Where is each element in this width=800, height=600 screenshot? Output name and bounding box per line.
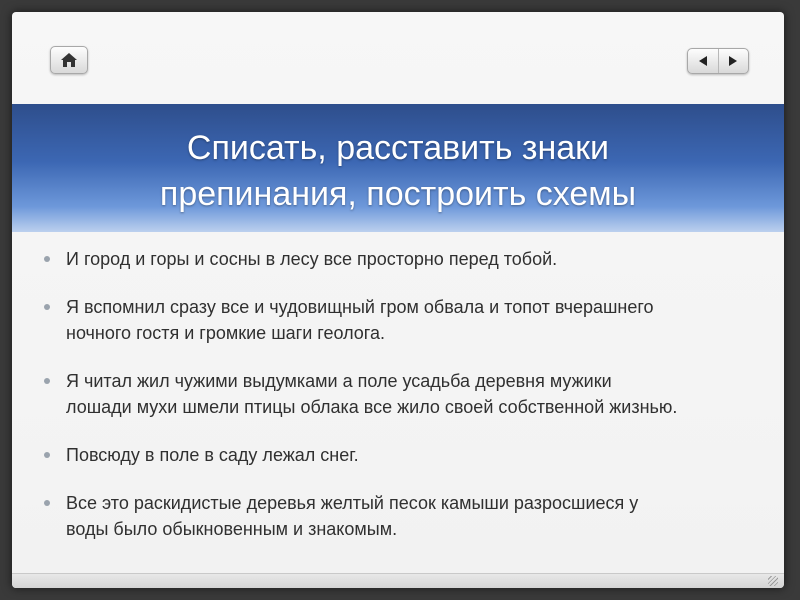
bullet-item: Повсюду в поле в саду лежал снег.: [42, 442, 762, 468]
bullet-dot: [44, 500, 50, 506]
slide-bottom-bar: [12, 573, 784, 588]
bullet-text-line-1: Я вспомнил сразу все и чудовищный гром о…: [66, 297, 654, 317]
slide-content: И город и горы и сосны в лесу все просто…: [42, 246, 762, 564]
bullet-dot: [44, 256, 50, 262]
triangle-right-icon: [729, 56, 738, 66]
bullet-text-line-2: ночного гостя и громкие шаги геолога.: [66, 323, 385, 343]
slide-title-line-1: Списать, расставить знаки: [186, 129, 610, 167]
bullet-list: И город и горы и сосны в лесу все просто…: [42, 246, 762, 542]
previous-slide-button[interactable]: [688, 49, 718, 73]
bullet-dot: [44, 452, 50, 458]
home-icon: [61, 53, 77, 67]
slide-title: Списать, расставить знаки препинания, по…: [160, 119, 636, 217]
slide-title-line-2: препинания, построить схемы: [159, 175, 637, 213]
bullet-item: Все это раскидистые деревья желтый песок…: [42, 490, 762, 542]
bullet-text-line-1: И город и горы и сосны в лесу все просто…: [66, 249, 558, 269]
slide-toolbar: [12, 12, 784, 104]
slide: Списать, расставить знаки препинания, по…: [12, 12, 784, 588]
bullet-item: И город и горы и сосны в лесу все просто…: [42, 246, 762, 272]
resize-grip-icon[interactable]: [768, 576, 778, 586]
bullet-item: Я вспомнил сразу все и чудовищный гром о…: [42, 294, 762, 346]
bullet-text-line-2: лошади мухи шмели птицы облака все жило …: [66, 397, 678, 417]
title-band: Списать, расставить знаки препинания, по…: [12, 104, 784, 232]
home-button[interactable]: [50, 46, 88, 74]
bullet-text-line-2: воды было обыкновенным и знакомым.: [66, 519, 398, 539]
bullet-text-line-1: Все это раскидистые деревья желтый песок…: [66, 493, 639, 513]
next-slide-button[interactable]: [717, 49, 749, 73]
bullet-text-line-1: Я читал жил чужими выдумками а поле усад…: [66, 371, 612, 391]
bullet-dot: [44, 378, 50, 384]
slide-navigation: [687, 48, 749, 74]
bullet-text-line-1: Повсюду в поле в саду лежал снег.: [66, 445, 359, 465]
bullet-dot: [44, 304, 50, 310]
triangle-left-icon: [698, 56, 707, 66]
bullet-item: Я читал жил чужими выдумками а поле усад…: [42, 368, 762, 420]
